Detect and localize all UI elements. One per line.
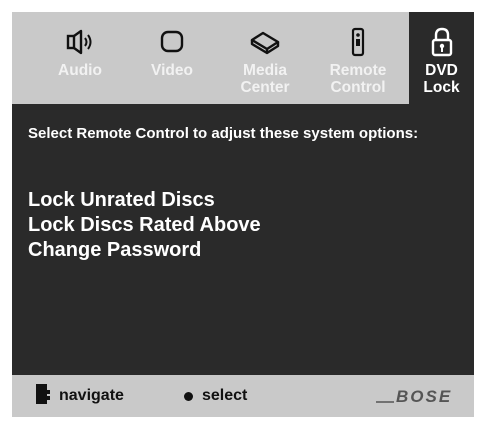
tab-dvd-lock[interactable]: DVD Lock [409,12,474,104]
tab-media-center[interactable]: Media Center [218,12,312,104]
tab-video-label: Video [151,62,193,79]
navigate-hint: navigate [36,383,124,409]
tab-dvd-lock-label: DVD [425,62,458,79]
instruction-text: Select Remote Control to adjust these sy… [28,125,419,142]
tab-remote-control-label-line2: Control [330,79,386,96]
remote-control-icon [312,26,404,58]
tab-video[interactable]: Video [126,12,218,104]
select-dot-icon [184,391,193,401]
speaker-icon [34,26,126,58]
select-hint: select [184,385,247,407]
tv-screen-icon [126,26,218,58]
tab-audio[interactable]: Audio [34,12,126,104]
svg-text:BOSE: BOSE [396,387,452,406]
tab-bar: Audio Video Media Center Remote Control … [12,12,474,104]
media-center-icon [218,26,312,58]
tab-dvd-lock-label-line2: Lock [423,79,460,96]
menu-item-lock-discs-rated-above[interactable]: Lock Discs Rated Above [28,213,261,238]
menu-item-change-password[interactable]: Change Password [28,238,261,263]
tab-remote-control[interactable]: Remote Control [312,12,404,104]
tab-media-center-label: Media [243,62,287,79]
tab-audio-label: Audio [58,62,102,79]
tab-remote-control-label: Remote [329,62,387,79]
content-panel: Select Remote Control to adjust these sy… [12,104,474,375]
dvd-lock-screen: Audio Video Media Center Remote Control … [12,12,474,417]
tab-media-center-label-line2: Center [240,79,290,96]
bose-logo: BOSE [376,385,468,407]
navigate-label: navigate [59,387,124,404]
padlock-icon [409,26,474,58]
option-menu: Lock Unrated Discs Lock Discs Rated Abov… [28,188,261,263]
navigate-pad-icon [36,383,50,409]
select-label: select [202,387,248,404]
menu-item-lock-unrated-discs[interactable]: Lock Unrated Discs [28,188,261,213]
footer-bar: navigate select BOSE [12,375,474,417]
